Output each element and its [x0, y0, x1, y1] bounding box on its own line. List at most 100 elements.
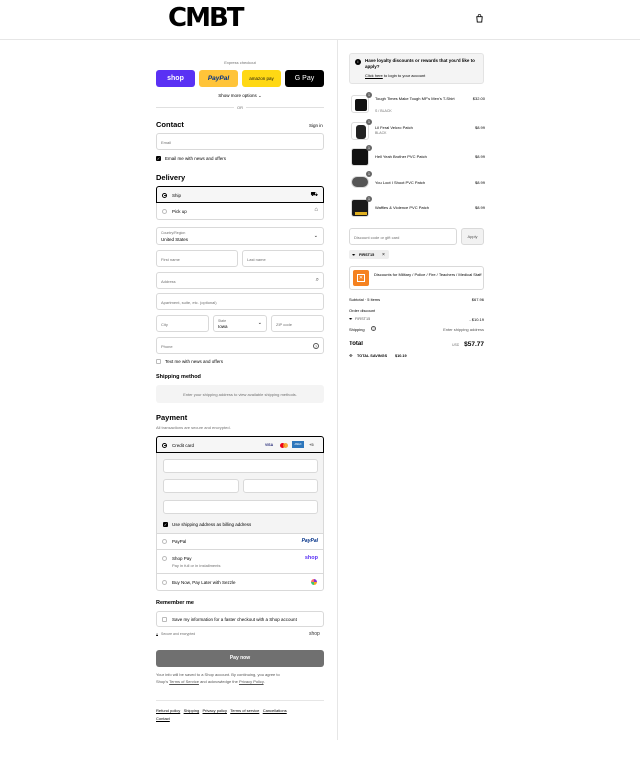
help-icon[interactable]: ?	[371, 326, 376, 331]
tag-icon: ⌯	[349, 316, 353, 321]
quantity-badge: 1	[366, 92, 372, 98]
show-more-options-link[interactable]: Show more options ⌄	[156, 93, 324, 99]
secure-text: Secure and encrypted	[161, 632, 196, 636]
first-name-field[interactable]: First name	[156, 250, 238, 267]
credit-card-radio[interactable]	[162, 442, 167, 448]
name-on-card-field[interactable]	[163, 500, 318, 514]
shop-pay-express-button[interactable]: shop	[156, 70, 195, 87]
shop-pay-radio[interactable]	[162, 556, 167, 561]
terms-link[interactable]: Terms of Service	[169, 679, 199, 684]
shipping-method-placeholder: Enter your shipping address to view avai…	[183, 392, 297, 397]
discount-code-input[interactable]: Discount code or gift card	[349, 228, 457, 245]
sezzle-radio[interactable]	[162, 580, 167, 585]
loyalty-title: Have loyalty discounts or rewards that y…	[365, 58, 475, 69]
chevron-down-icon: ⌄	[313, 233, 318, 239]
paypal-label: PayPal	[172, 539, 187, 544]
credit-card-option[interactable]: Credit card VISA AMEX +5	[156, 436, 324, 453]
pickup-radio[interactable]	[162, 208, 167, 214]
store-icon: ⌂	[314, 207, 318, 213]
list-item: 1 Waffles & Violence PVC Patch $8.99	[351, 196, 485, 219]
shop-pay-sub: Pay in full or in installments	[172, 563, 221, 568]
expiration-field[interactable]	[163, 479, 239, 493]
card-number-field[interactable]	[163, 459, 318, 473]
quantity-badge: 1	[366, 171, 372, 177]
email-field[interactable]: Email	[156, 133, 324, 150]
truck-icon: ⛟	[310, 192, 318, 198]
state-label: State	[218, 318, 227, 323]
military-discount-box[interactable]: ✕ Discounts for Military / Police / Fire…	[349, 266, 484, 290]
list-item: 1 Hell Yeah Brother PVC Patch $8.99	[351, 145, 485, 168]
privacy-policy-link[interactable]: Privacy policy	[203, 708, 227, 713]
item-variant: BLACK	[375, 131, 387, 135]
google-pay-express-button[interactable]: G Pay	[285, 70, 324, 87]
city-field[interactable]: City	[156, 315, 209, 332]
paypal-option[interactable]: PayPal PayPal	[156, 533, 324, 549]
apartment-field[interactable]: Apartment, suite, etc. (optional)	[156, 293, 324, 310]
pickup-option[interactable]: Pick up ⌂	[156, 203, 324, 220]
sezzle-option[interactable]: Buy Now, Pay Later with Sezzle	[156, 573, 324, 591]
cancellations-link[interactable]: Cancellations	[263, 708, 287, 713]
brand-logo[interactable]: CMBT	[168, 5, 282, 31]
apartment-placeholder: Apartment, suite, etc. (optional)	[161, 300, 217, 305]
loyalty-click-here-link[interactable]: Click here	[365, 73, 383, 78]
sign-in-link[interactable]: Sign in	[309, 123, 323, 128]
amazon-pay-express-button[interactable]: amazon pay	[242, 70, 281, 87]
loyalty-box: i Have loyalty discounts or rewards that…	[349, 53, 484, 84]
order-discount-code: FIRST15	[355, 317, 371, 321]
pay-now-button[interactable]: Pay now	[156, 650, 324, 667]
total-label: Total	[349, 341, 363, 347]
save-info-checkbox[interactable]	[162, 617, 167, 622]
legal-text: Your info will be saved to a Shop accoun…	[156, 672, 324, 685]
item-price: $8.99	[474, 205, 485, 210]
shopping-bag-icon[interactable]	[475, 14, 484, 23]
item-variant: S / BLACK	[375, 109, 392, 113]
country-select[interactable]: Country/Region United States ⌄	[156, 227, 324, 245]
savings-tag-icon: ⌯	[349, 353, 353, 358]
zip-field[interactable]: ZIP code	[271, 315, 324, 332]
save-info-box[interactable]: Save my information for a faster checkou…	[156, 611, 324, 627]
credit-card-label: Credit card	[172, 442, 195, 448]
sezzle-label: Buy Now, Pay Later with Sezzle	[172, 580, 236, 585]
item-name: Tough Times Make Tough MF's Men's T-Shir…	[375, 96, 455, 101]
text-news-checkbox[interactable]	[156, 359, 161, 364]
phone-placeholder: Phone	[161, 344, 173, 349]
first-name-placeholder: First name	[161, 257, 180, 262]
paypal-express-button[interactable]: PayPal	[199, 70, 238, 87]
contact-link[interactable]: Contact	[156, 716, 170, 721]
shipping-link[interactable]: Shipping	[184, 708, 200, 713]
military-discount-icon: ✕	[353, 270, 369, 286]
last-name-placeholder: Last name	[247, 257, 266, 262]
header	[0, 0, 640, 40]
info-icon: i	[355, 59, 361, 65]
terms-of-service-link[interactable]: Terms of service	[230, 708, 259, 713]
legal-line2-mid: and acknowledge the	[198, 678, 239, 684]
email-news-checkbox[interactable]: ✓	[156, 156, 161, 161]
close-icon[interactable]: ×	[382, 252, 385, 258]
item-price: $32.00	[472, 96, 485, 101]
quantity-badge: 1	[366, 145, 372, 151]
pickup-label: Pick up	[172, 208, 187, 214]
refund-policy-link[interactable]: Refund policy	[156, 708, 180, 713]
billing-same-checkbox[interactable]: ✓	[163, 522, 168, 527]
apply-button[interactable]: Apply	[461, 228, 484, 245]
shop-logo-icon: shop	[309, 631, 320, 637]
ship-option[interactable]: Ship ⛟	[156, 186, 324, 203]
ship-radio[interactable]	[162, 192, 167, 198]
shop-pay-label: Shop Pay	[172, 556, 192, 561]
state-select[interactable]: State Iowa ⌄	[213, 315, 267, 332]
help-icon[interactable]: ?	[313, 342, 319, 349]
chevron-down-icon: ⌄	[257, 320, 262, 326]
address-field[interactable]: Address ⌕	[156, 272, 324, 289]
address-placeholder: Address	[161, 279, 176, 284]
paypal-radio[interactable]	[162, 539, 167, 544]
country-value: United States	[161, 237, 189, 242]
security-code-field[interactable]	[243, 479, 318, 493]
legal-line1: Your info will be saved to a Shop accoun…	[156, 672, 280, 677]
privacy-link[interactable]: Privacy Policy	[239, 679, 264, 684]
tag-icon: ⌯	[352, 251, 356, 257]
phone-field[interactable]: Phone ?	[156, 337, 324, 354]
shop-pay-option[interactable]: Shop Pay Pay in full or in installments …	[156, 549, 324, 573]
cart-items: 1 Tough Times Make Tough MF's Men's T-Sh…	[351, 92, 485, 220]
divider-right	[246, 107, 324, 108]
last-name-field[interactable]: Last name	[242, 250, 324, 267]
